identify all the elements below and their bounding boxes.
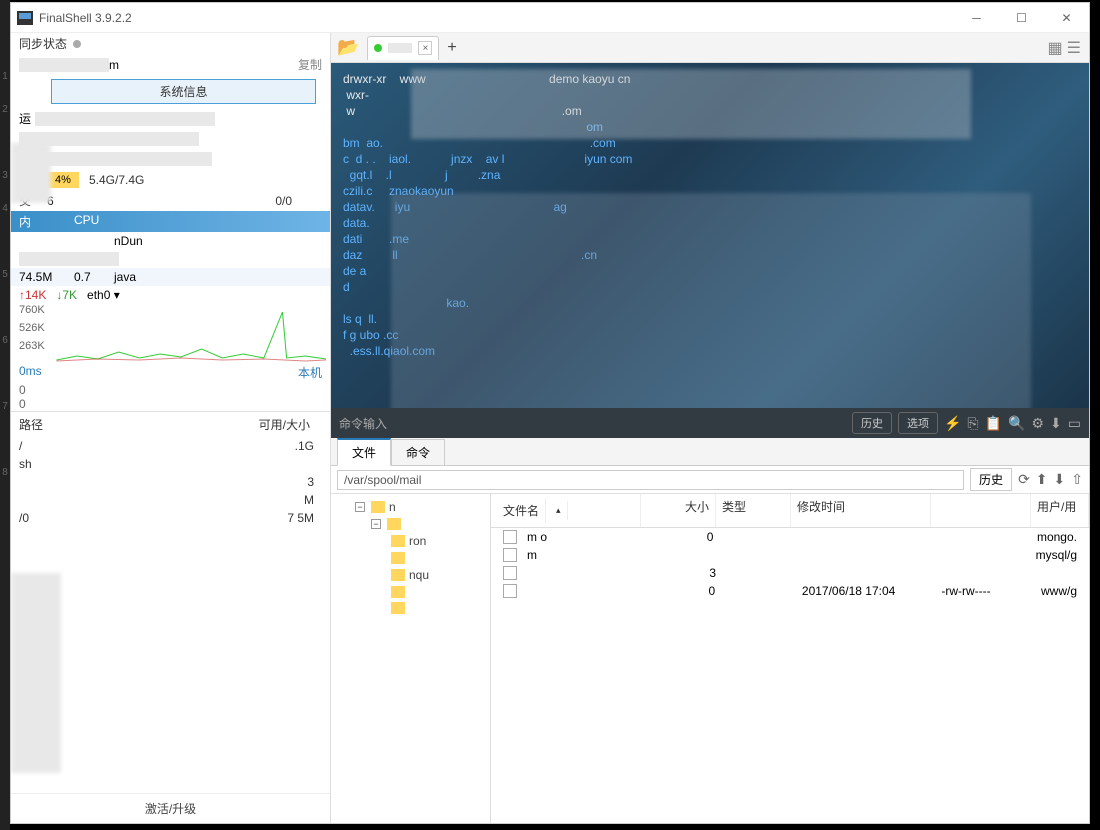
file-icon: [503, 548, 517, 562]
folder-icon: [391, 586, 405, 598]
close-button[interactable]: ✕: [1044, 3, 1089, 33]
mem-bar: 4%: [47, 172, 79, 188]
file-row[interactable]: m o 0mongo.: [491, 528, 1089, 546]
paste-icon[interactable]: 📋: [985, 415, 1002, 432]
path-bar: /var/spool/mail 历史 ⟳ ⬆ ⬇ ⇧: [331, 466, 1089, 494]
sync-status-dot-icon: [73, 40, 81, 48]
folder-icon: [391, 535, 405, 547]
path-history-button[interactable]: 历史: [970, 468, 1012, 491]
expand-icon[interactable]: −: [355, 502, 365, 512]
file-tree[interactable]: −n − ron nqu: [331, 494, 491, 823]
upload-icon[interactable]: ⬆: [1036, 471, 1048, 488]
grid-view-icon[interactable]: ▦: [1048, 38, 1063, 58]
app-icon: [17, 11, 33, 25]
process-row[interactable]: [11, 250, 330, 268]
disk-row[interactable]: /.1G: [11, 437, 330, 455]
folder-icon: [387, 518, 401, 530]
files-tab[interactable]: 文件: [337, 438, 391, 466]
path-input[interactable]: /var/spool/mail: [337, 470, 964, 490]
system-info-button[interactable]: 系统信息: [51, 79, 316, 104]
network-interface-select[interactable]: eth0 ▾: [87, 288, 120, 302]
download-icon: ↓7K: [56, 288, 77, 302]
history-button[interactable]: 历史: [852, 412, 892, 434]
network-graph: 760K 526K 263K: [15, 304, 326, 362]
connection-status-icon: [374, 44, 382, 52]
file-icon: [503, 584, 517, 598]
file-row[interactable]: 3: [491, 564, 1089, 582]
settings-icon[interactable]: ⚙: [1031, 415, 1044, 432]
copy-icon[interactable]: ⎘: [967, 415, 978, 432]
window-title: FinalShell 3.9.2.2: [39, 11, 132, 25]
folder-icon: [391, 569, 405, 581]
label-run: 运: [19, 110, 31, 127]
host-suffix: m: [109, 58, 119, 72]
disk-row[interactable]: /07 5M: [11, 509, 330, 527]
bolt-icon[interactable]: ⚡: [944, 415, 961, 432]
process-row[interactable]: 74.5M0.7java: [11, 268, 330, 286]
command-bar: 命令输入 历史 选项 ⚡ ⎘ 📋 🔍 ⚙ ⬇ ▭: [331, 408, 1089, 438]
disk-row[interactable]: M: [11, 491, 330, 509]
latency-row: 0ms 本机: [11, 362, 330, 383]
add-tab-button[interactable]: +: [447, 39, 456, 57]
file-list-header[interactable]: 文件名 ▴ 大小 类型 修改时间 用户/用: [491, 494, 1089, 528]
titlebar: FinalShell 3.9.2.2 ─ ☐ ✕: [11, 3, 1089, 33]
network-stats: ↑14K ↓7K eth0 ▾: [11, 286, 330, 304]
swap-text: 0/0: [275, 194, 322, 208]
copy-button[interactable]: 复制: [298, 56, 322, 73]
up-dir-icon[interactable]: ⇧: [1071, 471, 1083, 488]
activate-upgrade-button[interactable]: 激活/升级: [11, 793, 330, 823]
session-tab[interactable]: ×: [367, 36, 439, 60]
terminal[interactable]: drwxr-xr www demo kaoyu cn wxr- w .om: [331, 63, 1089, 408]
mem-text: 5.4G/7.4G: [89, 173, 144, 187]
expand-icon[interactable]: −: [371, 519, 381, 529]
file-row[interactable]: 0 2017/06/18 17:04 -rw-rw---- www/g: [491, 582, 1089, 600]
close-tab-button[interactable]: ×: [418, 41, 432, 55]
disk-row[interactable]: sh: [11, 455, 330, 473]
app-window: FinalShell 3.9.2.2 ─ ☐ ✕ 同步状态 m 复制 系统信息 …: [10, 2, 1090, 824]
open-folder-icon[interactable]: 📂: [337, 37, 359, 58]
file-icon: [503, 566, 517, 580]
sidebar: 同步状态 m 复制 系统信息 运 C 内 4% 5.4G/7.4G 交 6 0/…: [11, 33, 331, 823]
disk-row[interactable]: 3: [11, 473, 330, 491]
search-icon[interactable]: 🔍: [1008, 415, 1025, 432]
maximize-button[interactable]: ☐: [999, 3, 1044, 33]
minimize-button[interactable]: ─: [954, 3, 999, 33]
main-area: 📂 × + ▦ ☰ drwxr-xr www demo kaoyu cn: [331, 33, 1089, 823]
disk-header: 路径 可用/大小: [11, 411, 330, 437]
tab-bar: 📂 × + ▦ ☰: [331, 33, 1089, 63]
folder-icon: [391, 602, 405, 614]
folder-icon: [391, 552, 405, 564]
process-row[interactable]: nDun: [11, 232, 330, 250]
fullscreen-icon[interactable]: ▭: [1068, 415, 1081, 432]
file-browser: −n − ron nqu 文件名 ▴ 大小 类型 修改时间 用户/用: [331, 494, 1089, 823]
list-view-icon[interactable]: ☰: [1067, 38, 1081, 58]
download-icon[interactable]: ⬇: [1050, 415, 1062, 432]
host-redacted: [19, 58, 109, 72]
commands-tab[interactable]: 命令: [391, 439, 445, 466]
file-row[interactable]: m mysql/g: [491, 546, 1089, 564]
file-icon: [503, 530, 517, 544]
process-header: 内 CPU: [11, 211, 330, 232]
sync-status-label: 同步状态: [19, 35, 67, 52]
options-button[interactable]: 选项: [898, 412, 938, 434]
command-input[interactable]: 命令输入: [339, 415, 846, 432]
swap-val: 6: [47, 194, 79, 208]
download-file-icon[interactable]: ⬇: [1054, 471, 1066, 488]
file-list: 文件名 ▴ 大小 类型 修改时间 用户/用 m o 0mongo. m mysq…: [491, 494, 1089, 823]
refresh-icon[interactable]: ⟳: [1018, 471, 1030, 488]
folder-icon: [371, 501, 385, 513]
bottom-tabs: 文件 命令: [331, 438, 1089, 466]
upload-icon: ↑14K: [19, 288, 46, 302]
